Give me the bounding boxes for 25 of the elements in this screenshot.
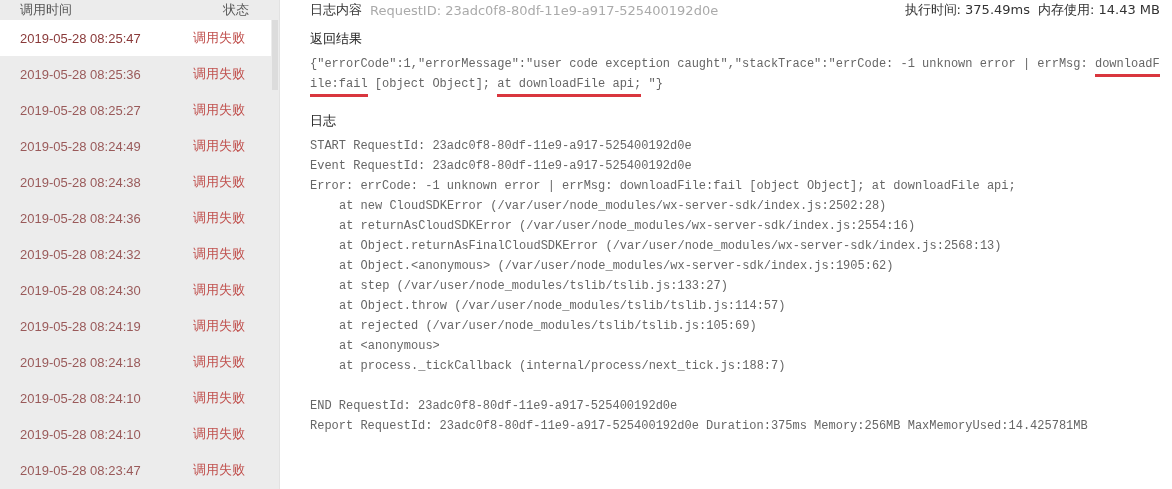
log-line: at Object.throw (/var/user/node_modules/tslib/tslib.js:114:57) — [338, 298, 787, 315]
log-line: at rejected (/var/user/node_modules/tslib/tslib.js:105:69) — [338, 318, 758, 335]
log-line: at step (/var/user/node_modules/tslib/tslib.js:133:27) — [338, 278, 729, 295]
column-header: 调用时间 — [20, 1, 72, 19]
log-line: at new CloudSDKError (/var/user/node_modules/wx-server-sdk/index.js:2502:28) — [338, 198, 888, 215]
log-line: at Object.returnAsFinalCloudSDKError (/var/user/node_modules/wx-server-sdk/index.js:2568:13) — [338, 238, 1003, 255]
execution-time: 执行时间: 375.49ms — [904, 1, 1030, 19]
log-line: at Object.<anonymous> (/var/user/node_modules/wx-server-sdk/index.js:1905:62) — [338, 258, 895, 275]
section-heading: 日志 — [310, 112, 337, 130]
return-result-text: {"errorCode":1,"errorMessage":"user code exception caught","stackTrace":"errCode: -1 unknown error | errMsg: downloadFile:fail [object Object]; at downloadFile api; "} — [310, 54, 1160, 94]
log-line: at process._tickCallback (internal/process/next_tick.js:188:7) — [338, 358, 787, 375]
section-heading: 返回结果 — [310, 30, 363, 48]
call-list-item[interactable]: 2019-05-28 08:25:47 调用失败 — [0, 20, 271, 56]
memory-usage: 内存使用: 14.43 MB — [1038, 1, 1160, 19]
request-id: RequestID: 23adc0f8-80df-11e9-a917-525400192d0e — [370, 2, 720, 18]
log-line: at <anonymous> — [338, 338, 441, 355]
column-header: 状态 — [223, 1, 249, 19]
log-line: Event RequestId: 23adc0f8-80df-11e9-a917-525400192d0e — [310, 158, 693, 175]
log-line: Report RequestId: 23adc0f8-80df-11e9-a917-525400192d0e Duration:375ms Memory:256MB MaxMemoryUsed:14.425781MB — [310, 418, 1089, 435]
log-line: at returnAsCloudSDKError (/var/user/node_modules/wx-server-sdk/index.js:2554:16) — [338, 218, 917, 235]
log-content-label: 日志内容 — [310, 1, 362, 19]
log-line: Error: errCode: -1 unknown error | errMsg: downloadFile:fail [object Object]; at downloadFile api; — [310, 178, 1017, 195]
scrollbar-thumb[interactable] — [272, 20, 278, 90]
log-line: END RequestId: 23adc0f8-80df-11e9-a917-525400192d0e — [310, 398, 679, 415]
log-line: START RequestId: 23adc0f8-80df-11e9-a917-525400192d0e — [310, 138, 693, 155]
